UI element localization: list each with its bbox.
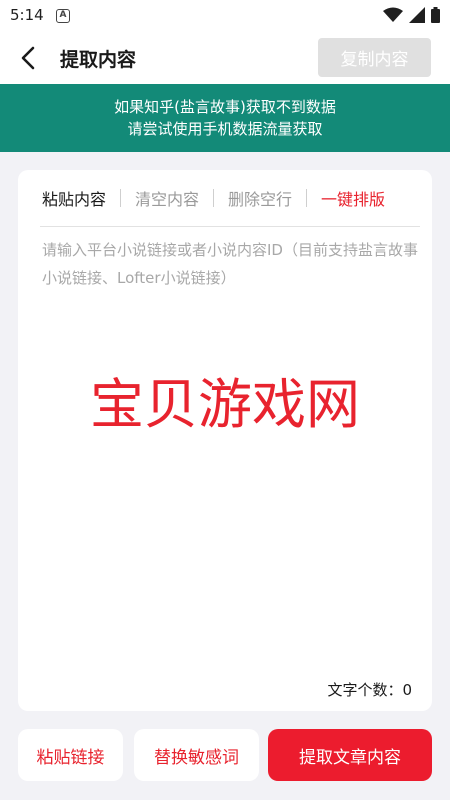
chevron-left-icon xyxy=(21,46,35,70)
back-button[interactable] xyxy=(14,44,42,72)
char-counter-label: 文字个数： xyxy=(327,681,403,699)
tab-delete-blank-lines[interactable]: 删除空行 xyxy=(228,186,292,210)
status-bar: 5:14 A xyxy=(0,0,450,32)
editor-card: 粘贴内容 清空内容 删除空行 一键排版 宝贝游戏网 文字个数：0 xyxy=(18,170,432,711)
wifi-icon xyxy=(383,7,403,22)
signal-icon xyxy=(409,7,425,23)
replace-sensitive-words-button[interactable]: 替换敏感词 xyxy=(134,729,259,781)
divider xyxy=(40,226,420,227)
tab-clear-content[interactable]: 清空内容 xyxy=(135,186,199,210)
notice-line-1: 如果知乎(盐言故事)获取不到数据 xyxy=(114,98,336,116)
notification-icon: A xyxy=(56,9,70,23)
tab-separator xyxy=(213,189,215,207)
copy-content-button[interactable]: 复制内容 xyxy=(318,38,431,77)
page-title: 提取内容 xyxy=(60,49,137,71)
battery-icon xyxy=(431,7,440,23)
status-icons xyxy=(383,7,440,23)
tab-paste-content[interactable]: 粘贴内容 xyxy=(42,186,106,210)
tab-auto-format[interactable]: 一键排版 xyxy=(321,186,385,210)
char-counter: 文字个数：0 xyxy=(327,679,412,700)
editor-tabs: 粘贴内容 清空内容 删除空行 一键排版 xyxy=(18,170,432,226)
notice-line-2: 请尝试使用手机数据流量获取 xyxy=(127,120,323,138)
paste-link-button[interactable]: 粘贴链接 xyxy=(18,729,123,781)
notice-banner: 如果知乎(盐言故事)获取不到数据 请尝试使用手机数据流量获取 xyxy=(0,84,450,152)
status-time: 5:14 xyxy=(10,6,44,24)
app-header: 提取内容 复制内容 xyxy=(0,32,450,84)
content-input[interactable] xyxy=(40,236,420,676)
extract-article-button[interactable]: 提取文章内容 xyxy=(268,729,432,781)
char-counter-value: 0 xyxy=(402,681,412,699)
tab-separator xyxy=(306,189,308,207)
tab-separator xyxy=(120,189,122,207)
